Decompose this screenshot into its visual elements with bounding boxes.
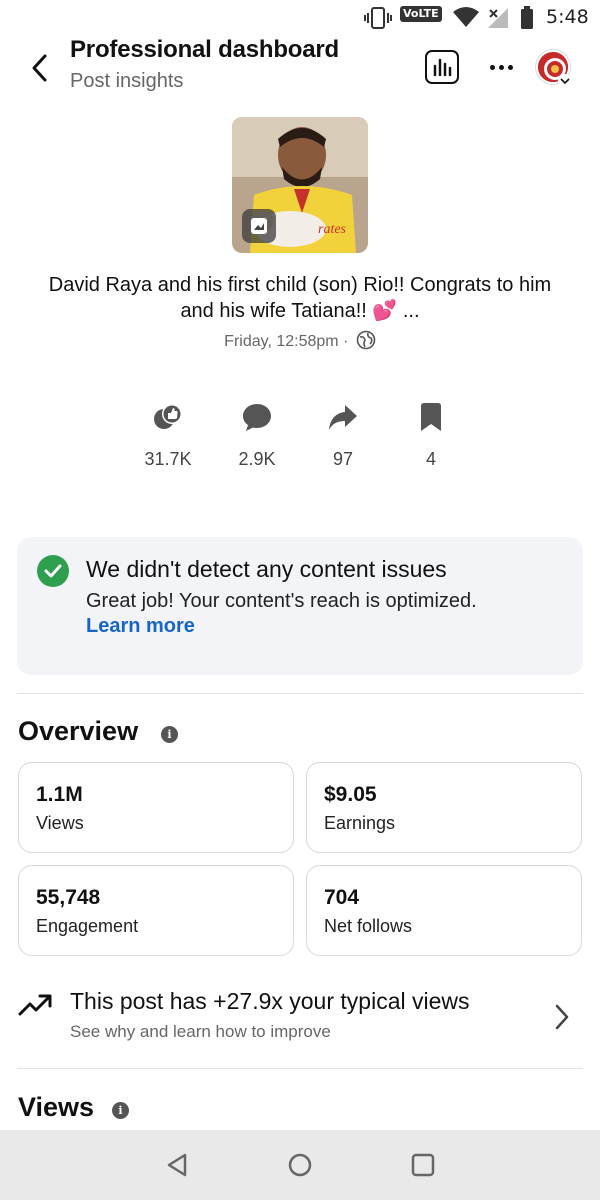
circle-home-icon — [288, 1153, 312, 1177]
more-options-button[interactable] — [483, 50, 519, 84]
share-icon — [303, 400, 383, 434]
bookmark-icon — [391, 400, 471, 434]
metric-value: 1.1M — [36, 783, 83, 806]
page-title: Professional dashboard — [70, 36, 339, 63]
post-timestamp: Friday, 12:58pm · — [0, 330, 600, 355]
metric-value: 55,748 — [36, 886, 101, 909]
insight-subtitle: See why and learn how to improve — [70, 1022, 331, 1041]
signal-icon — [486, 6, 512, 35]
image-icon — [251, 218, 267, 234]
chevron-right-icon — [553, 1002, 571, 1037]
insight-title: This post has +27.9x your typical views — [70, 988, 470, 1014]
overview-title: Overview — [18, 716, 139, 746]
wifi-icon — [452, 6, 480, 33]
back-icon — [32, 54, 47, 82]
comment-icon — [217, 400, 297, 434]
chevron-down-icon — [560, 78, 570, 85]
battery-icon — [520, 6, 534, 35]
back-button[interactable] — [24, 50, 56, 86]
divider — [17, 693, 583, 694]
stat-shares-value: 97 — [332, 449, 354, 469]
account-switch-button[interactable] — [558, 74, 572, 88]
insights-chart-button[interactable] — [425, 50, 459, 84]
post-caption: David Raya and his first child (son) Rio… — [48, 274, 552, 322]
svg-text:rates: rates — [318, 222, 347, 237]
bar-chart-icon — [433, 58, 452, 77]
views-info-icon[interactable]: i — [112, 1102, 129, 1119]
nav-home-button[interactable] — [285, 1150, 315, 1180]
content-check-card: We didn't detect any content issues Grea… — [17, 537, 583, 675]
content-check-title: We didn't detect any content issues — [86, 556, 447, 582]
metric-card-net-follows[interactable]: 704 Net follows — [306, 865, 582, 956]
metric-card-earnings[interactable]: $9.05 Earnings — [306, 762, 582, 853]
metric-value: $9.05 — [324, 783, 377, 806]
reactions-icon — [128, 400, 208, 434]
metric-label: Engagement — [36, 916, 139, 936]
divider — [17, 1068, 583, 1069]
vibrate-icon — [364, 6, 392, 35]
metric-label: Net follows — [324, 916, 413, 936]
system-nav-bar — [0, 1130, 600, 1200]
metric-label: Earnings — [324, 813, 396, 833]
views-title: Views — [18, 1092, 95, 1122]
metric-value: 704 — [324, 886, 360, 909]
metric-label: Views — [36, 813, 84, 833]
metric-card-views[interactable]: 1.1M Views — [18, 762, 294, 853]
stat-comments-value: 2.9K — [238, 449, 276, 469]
nav-back-button[interactable] — [162, 1150, 192, 1180]
stat-saves-value: 4 — [425, 449, 436, 469]
typical-views-insight[interactable]: This post has +27.9x your typical views … — [0, 980, 600, 1060]
overview-info-icon[interactable]: i — [161, 726, 178, 743]
stat-comments: 2.9K — [217, 400, 297, 470]
learn-more-link[interactable]: Learn more — [86, 615, 195, 638]
globe-icon — [356, 330, 376, 355]
nav-recents-button[interactable] — [408, 1150, 438, 1180]
stat-saves: 4 — [391, 400, 471, 470]
stat-reactions: 31.7K — [128, 400, 208, 470]
status-bar: VoLTE 5:48 — [0, 0, 600, 36]
more-icon — [489, 64, 495, 70]
clock: 5:48 — [546, 6, 589, 28]
stat-reactions-value: 31.7K — [144, 449, 192, 469]
metric-card-engagement[interactable]: 55,748 Engagement — [18, 865, 294, 956]
content-check-body: Great job! Your content's reach is optim… — [86, 590, 477, 612]
volte-badge: VoLTE — [400, 6, 442, 22]
post-thumbnail[interactable]: rates — [232, 117, 368, 253]
triangle-back-icon — [167, 1153, 187, 1177]
stat-shares: 97 — [303, 400, 383, 470]
trending-up-icon — [18, 990, 54, 1025]
check-circle-icon — [37, 555, 69, 587]
photo-type-badge — [242, 209, 276, 243]
post-timestamp-text: Friday, 12:58pm · — [224, 333, 349, 350]
header: Professional dashboard Post insights — [0, 36, 600, 100]
page-subtitle: Post insights — [70, 70, 184, 92]
square-recents-icon — [411, 1153, 435, 1177]
